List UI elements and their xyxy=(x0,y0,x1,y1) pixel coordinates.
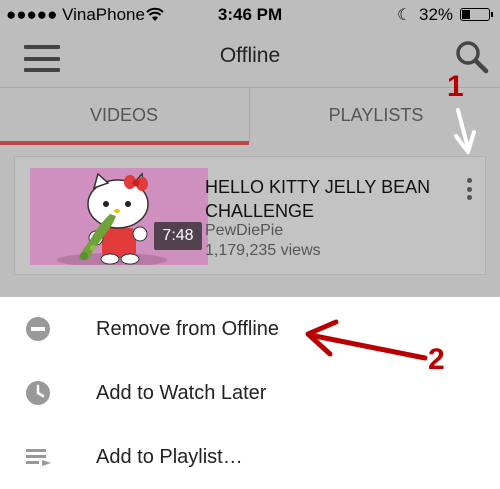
video-views: 1,179,235 views xyxy=(205,242,321,259)
dimmed-background[interactable]: ●●●●● VinaPhone 3:46 PM ☾ 32% Offline VI… xyxy=(0,0,500,297)
more-options-icon[interactable] xyxy=(466,178,472,200)
hello-kitty-illustration xyxy=(30,168,208,265)
video-thumbnail[interactable]: 7:48 xyxy=(30,168,208,265)
battery-tip xyxy=(491,12,493,17)
annotation-arrow-1 xyxy=(454,108,476,154)
tab-divider xyxy=(249,88,250,143)
add-to-watch-later-label: Add to Watch Later xyxy=(96,382,267,404)
clock-icon xyxy=(26,381,50,405)
remove-from-offline-label: Remove from Offline xyxy=(96,318,280,340)
page-title: Offline xyxy=(219,44,281,67)
app-bar: Offline xyxy=(0,30,500,85)
add-to-watch-later-option[interactable]: Add to Watch Later xyxy=(0,361,500,425)
video-channel: PewDiePie xyxy=(205,222,284,239)
battery-percent: 32% xyxy=(419,5,454,24)
video-duration: 7:48 xyxy=(154,222,202,250)
remove-circle-icon xyxy=(26,317,50,341)
search-icon[interactable] xyxy=(455,40,489,74)
status-bar: ●●●●● VinaPhone 3:46 PM ☾ 32% xyxy=(0,0,500,30)
annotation-step-1: 1 xyxy=(447,70,464,103)
active-tab-indicator xyxy=(0,141,249,145)
battery-icon xyxy=(460,8,490,21)
video-title[interactable]: HELLO KITTY JELLY BEAN CHALLENGE xyxy=(205,175,455,223)
moon-icon: ☾ xyxy=(397,7,412,24)
tab-videos[interactable]: VIDEOS xyxy=(0,88,248,143)
tab-bar: VIDEOS PLAYLISTS xyxy=(0,87,500,145)
add-to-playlist-option[interactable]: Add to Playlist… xyxy=(0,425,500,489)
add-to-playlist-label: Add to Playlist… xyxy=(96,446,243,468)
annotation-step-2: 2 xyxy=(428,343,445,376)
playlist-add-icon xyxy=(26,449,51,466)
annotation-arrow-2 xyxy=(305,319,428,361)
video-item[interactable]: 7:48 HELLO KITTY JELLY BEAN CHALLENGE Pe… xyxy=(14,156,486,275)
